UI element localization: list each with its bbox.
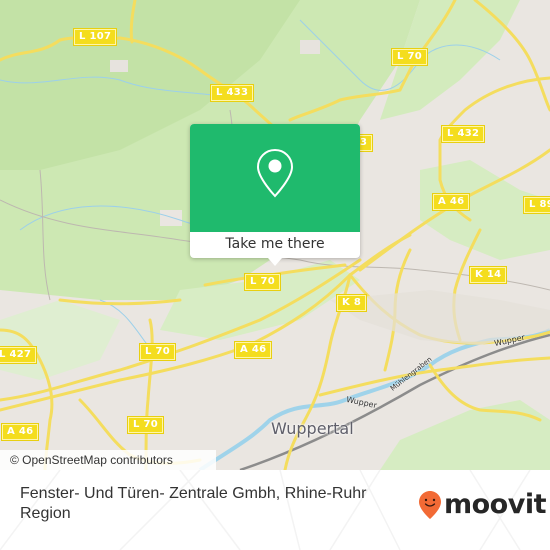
park-area xyxy=(380,400,550,470)
road-label-a46-left: A 46 xyxy=(0,423,40,441)
road-label-a46-mid: A 46 xyxy=(233,341,273,359)
map-pin-icon xyxy=(256,148,294,198)
moovit-logo[interactable]: moovit xyxy=(418,489,547,520)
road-label-l89: L 89 xyxy=(523,196,550,214)
map-attribution[interactable]: © OpenStreetMap contributors xyxy=(0,450,216,470)
popup-pointer xyxy=(268,258,282,266)
clearing xyxy=(300,40,320,54)
road-label-a46-right: A 46 xyxy=(431,193,471,211)
moovit-wordmark: moovit xyxy=(444,489,547,520)
clearing xyxy=(160,210,182,226)
road-label-k8: K 8 xyxy=(335,294,368,312)
map-view[interactable]: L 107 L 433 L 70 L 432 L 89 A 46 L 70 K … xyxy=(0,0,550,470)
city-label-wuppertal: Wuppertal xyxy=(271,419,354,438)
road-label-k14: K 14 xyxy=(468,266,508,284)
park-area xyxy=(0,300,120,380)
footer-bar: Fenster- Und Türen- Zentrale Gmbh, Rhine… xyxy=(0,470,550,550)
take-me-there-button[interactable]: Take me there xyxy=(190,232,360,258)
road-label-l70-mid: L 70 xyxy=(244,273,281,291)
road-label-l107: L 107 xyxy=(72,28,118,46)
place-title: Fenster- Und Türen- Zentrale Gmbh, Rhine… xyxy=(20,485,367,522)
road-label-l70-left: L 70 xyxy=(139,343,176,361)
road-label-l427: L 427 xyxy=(0,346,38,364)
location-popup: Take me there xyxy=(190,124,360,266)
road-label-l433: L 433 xyxy=(209,84,255,102)
road-label-l432: L 432 xyxy=(440,125,486,143)
moovit-pin-icon xyxy=(419,491,441,519)
road-label-l70-bottom: L 70 xyxy=(127,416,164,434)
road-label-l70-top: L 70 xyxy=(391,48,428,66)
clearing xyxy=(110,60,128,72)
popup-header xyxy=(190,124,360,232)
